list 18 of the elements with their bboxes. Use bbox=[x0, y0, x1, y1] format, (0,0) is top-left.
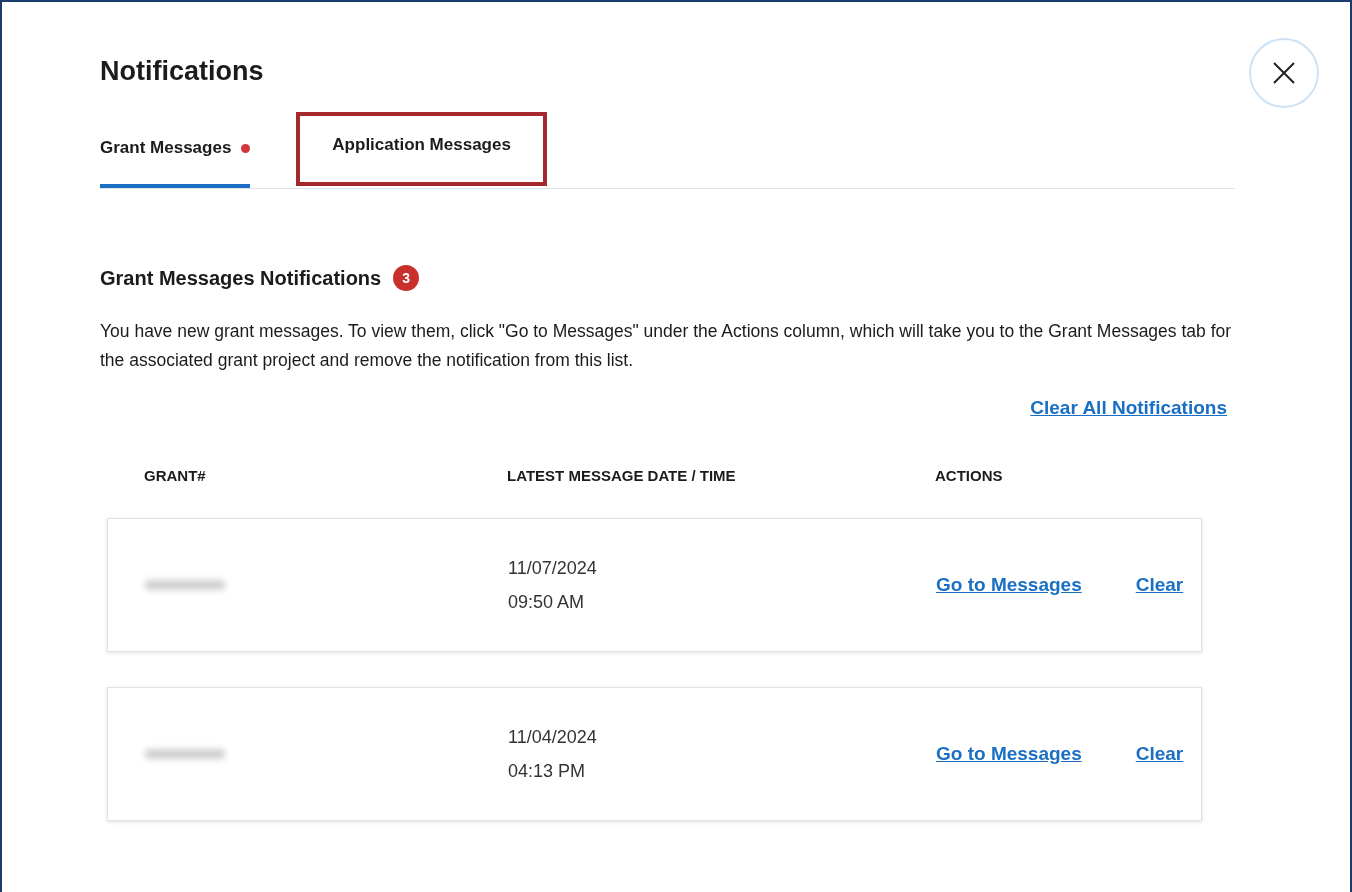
description-text: You have new grant messages. To view them, click "Go to Messages" under the Actions column, which will take you to the Grant Messages tab for the associated grant project and remove the notification from this list. bbox=[100, 320, 1233, 372]
close-icon bbox=[1272, 61, 1296, 85]
count-badge: 3 bbox=[393, 265, 420, 291]
time-text: 09:50 AM bbox=[508, 591, 586, 614]
date-text: 11/07/2024 bbox=[508, 557, 598, 580]
clear-all-link[interactable]: Clear All Notifications bbox=[1030, 397, 1227, 419]
action-link[interactable]: Clear bbox=[1135, 574, 1184, 596]
action-link[interactable]: Clear bbox=[1135, 743, 1184, 765]
column-header: LATEST MESSAGE DATE / TIME bbox=[507, 467, 737, 484]
action-link[interactable]: Go to Messages bbox=[936, 574, 1082, 596]
column-header: GRANT# bbox=[144, 467, 207, 484]
action-link[interactable]: Go to Messages bbox=[936, 743, 1082, 765]
column-header: ACTIONS bbox=[935, 467, 1004, 484]
tab[interactable]: Grant Messages bbox=[100, 116, 251, 188]
dialog-title: Notifications bbox=[100, 56, 264, 87]
time-text: 04:13 PM bbox=[508, 760, 587, 783]
date-text: 11/04/2024 bbox=[508, 726, 598, 749]
section-heading: Grant Messages Notifications bbox=[100, 266, 382, 290]
